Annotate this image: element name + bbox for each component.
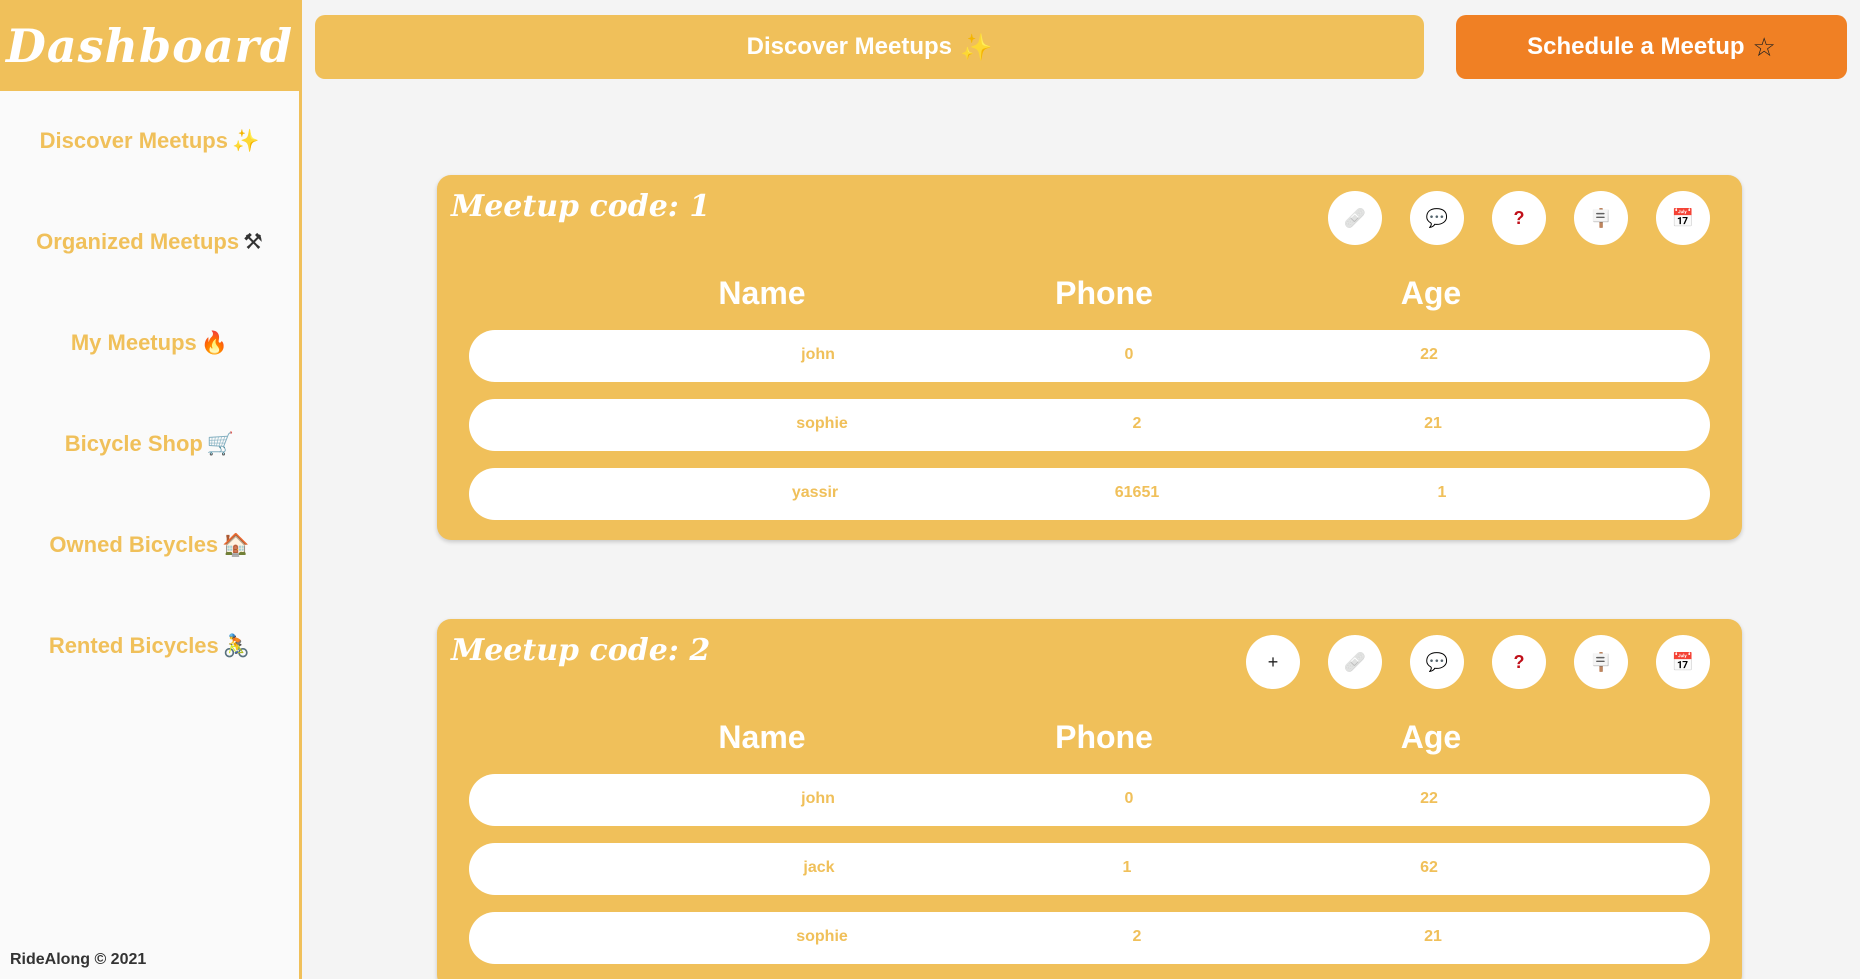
meetup-title: Meetup code: 1 <box>451 189 711 224</box>
sidebar-item-owned-bicycles[interactable]: Owned Bicycles 🏠 <box>0 532 299 558</box>
sidebar-item-organized-meetups[interactable]: Organized Meetups ⚒ <box>0 229 299 255</box>
hammer-pick-icon: ⚒ <box>243 229 263 254</box>
cart-icon: 🛒 <box>206 431 235 456</box>
cell-phone: 0 <box>1124 790 1134 807</box>
sidebar-item-label: Owned Bicycles <box>49 532 219 557</box>
house-icon: 🏠 <box>222 532 250 557</box>
column-header-phone: Phone <box>1055 275 1153 311</box>
cell-name: yassir <box>791 484 839 501</box>
table-row[interactable]: yassir 61651 1 <box>469 468 1710 520</box>
cell-name: sophie <box>796 415 848 432</box>
cell-name: john <box>801 346 835 363</box>
cell-age: 21 <box>1424 928 1442 945</box>
footer-copyright: RideAlong © 2021 <box>10 951 147 968</box>
sidebar-item-label: My Meetups <box>70 330 197 355</box>
comment-icon[interactable]: 💬 <box>1410 191 1464 245</box>
question-icon[interactable]: ? <box>1492 635 1546 689</box>
table-header: Name Phone Age <box>437 719 1742 759</box>
cell-age: 21 <box>1424 415 1442 432</box>
cell-phone: 2 <box>1132 928 1142 945</box>
sign-icon[interactable]: 🪧 <box>1574 635 1628 689</box>
cell-age: 62 <box>1420 859 1438 876</box>
table-row[interactable]: john 0 22 <box>469 330 1710 382</box>
sidebar-item-label: Bicycle Shop <box>64 431 203 456</box>
sidebar-item-bicycle-shop[interactable]: Bicycle Shop 🛒 <box>0 431 299 457</box>
table-row[interactable]: sophie 2 21 <box>469 399 1710 451</box>
fire-icon: 🔥 <box>200 330 229 355</box>
meetup-actions: 🩹 💬 ? 🪧 📅 <box>1300 191 1710 245</box>
sidebar-item-rented-bicycles[interactable]: Rented Bicycles 🚴 <box>0 633 299 659</box>
column-header-name: Name <box>718 275 806 311</box>
cell-name: sophie <box>796 928 848 945</box>
calendar-icon[interactable]: 📅 <box>1656 635 1710 689</box>
discover-meetups-label: Discover Meetups <box>746 33 953 60</box>
sidebar: Dashboard Discover Meetups ✨ Organized Me… <box>0 0 302 979</box>
brand-header: Dashboard <box>0 0 299 91</box>
cell-phone: 0 <box>1124 346 1134 363</box>
cell-phone: 1 <box>1122 859 1132 876</box>
meetup-card: Meetup code: 2 + 🩹 💬 ? 🪧 📅 Name Phone Ag… <box>437 619 1742 979</box>
star-icon: ☆ <box>1752 31 1776 62</box>
cell-name: jack <box>803 859 835 876</box>
brand-title[interactable]: Dashboard <box>6 19 293 73</box>
sidebar-item-discover-meetups[interactable]: Discover Meetups ✨ <box>0 128 299 154</box>
table-row[interactable]: sophie 2 21 <box>469 912 1710 964</box>
bandage-icon[interactable]: 🩹 <box>1328 191 1382 245</box>
meetup-card: Meetup code: 1 🩹 💬 ? 🪧 📅 Name Phone Age … <box>437 175 1742 540</box>
cell-age: 22 <box>1420 346 1438 363</box>
column-header-name: Name <box>718 719 806 755</box>
cell-name: john <box>801 790 835 807</box>
schedule-meetup-label: Schedule a Meetup <box>1527 33 1745 60</box>
sidebar-item-label: Discover Meetups <box>39 128 228 153</box>
sidebar-item-label: Rented Bicycles <box>48 633 219 658</box>
plus-icon[interactable]: + <box>1246 635 1300 689</box>
sparkles-icon: ✨ <box>960 31 993 62</box>
sidebar-item-my-meetups[interactable]: My Meetups 🔥 <box>0 330 299 356</box>
sidebar-item-label: Organized Meetups <box>36 229 240 254</box>
meetup-actions: + 🩹 💬 ? 🪧 📅 <box>1218 635 1710 689</box>
sparkles-icon: ✨ <box>231 128 260 153</box>
comment-icon[interactable]: 💬 <box>1410 635 1464 689</box>
table-header: Name Phone Age <box>437 275 1742 315</box>
discover-meetups-button[interactable]: Discover Meetups ✨ <box>315 15 1424 79</box>
cell-age: 1 <box>1437 484 1447 501</box>
cell-phone: 61651 <box>1114 484 1160 501</box>
table-row[interactable]: john 0 22 <box>469 774 1710 826</box>
bandage-icon[interactable]: 🩹 <box>1328 635 1382 689</box>
question-icon[interactable]: ? <box>1492 191 1546 245</box>
cyclist-icon: 🚴 <box>222 633 251 658</box>
sign-icon[interactable]: 🪧 <box>1574 191 1628 245</box>
schedule-meetup-button[interactable]: Schedule a Meetup ☆ <box>1456 15 1847 79</box>
calendar-icon[interactable]: 📅 <box>1656 191 1710 245</box>
meetup-title: Meetup code: 2 <box>451 633 711 668</box>
column-header-phone: Phone <box>1055 719 1153 755</box>
table-row[interactable]: jack 1 62 <box>469 843 1710 895</box>
column-header-age: Age <box>1400 275 1462 311</box>
cell-age: 22 <box>1420 790 1438 807</box>
column-header-age: Age <box>1400 719 1462 755</box>
cell-phone: 2 <box>1132 415 1142 432</box>
